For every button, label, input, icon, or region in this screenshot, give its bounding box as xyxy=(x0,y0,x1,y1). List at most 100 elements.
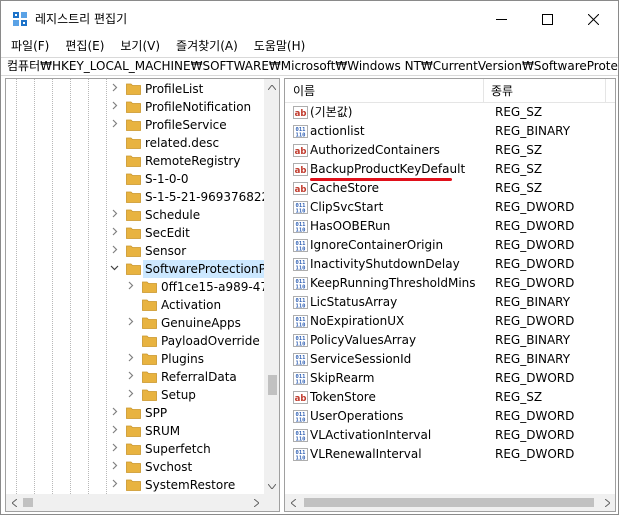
chevron-right-icon[interactable] xyxy=(109,443,119,455)
tree-item[interactable]: Svchost xyxy=(6,458,264,476)
tree-item[interactable]: ProfileService xyxy=(6,116,264,134)
menu-favorites[interactable]: 즐겨찾기(A) xyxy=(170,37,244,57)
tree-item[interactable]: 0ff1ce15-a989-479 xyxy=(6,278,264,296)
value-row[interactable]: 011 110 ServiceSessionId REG_BINARY xyxy=(285,350,615,369)
chevron-right-icon[interactable] xyxy=(109,209,119,221)
scroll-down-arrow-icon[interactable] xyxy=(264,478,279,494)
value-row[interactable]: ab TokenStore REG_SZ xyxy=(285,388,615,407)
value-row[interactable]: 011 110 IgnoreContainerOrigin REG_DWORD xyxy=(285,236,615,255)
value-name: AuthorizedContainers xyxy=(310,143,440,157)
maximize-button[interactable] xyxy=(524,1,570,37)
scroll-thumb[interactable] xyxy=(268,375,277,395)
chevron-right-icon[interactable] xyxy=(109,479,119,491)
value-row[interactable]: ab (기본값) REG_SZ xyxy=(285,103,615,122)
menu-edit[interactable]: 편집(E) xyxy=(59,37,110,57)
tree-item[interactable]: SecEdit xyxy=(6,224,264,242)
value-row[interactable]: 011 110 actionlist REG_BINARY xyxy=(285,122,615,141)
tree-item[interactable]: Plugins xyxy=(6,350,264,368)
svg-text:110: 110 xyxy=(296,228,306,234)
tree-item[interactable]: GenuineApps xyxy=(6,314,264,332)
chevron-right-icon[interactable] xyxy=(109,461,119,473)
column-divider[interactable] xyxy=(605,79,606,103)
tree-item-label: 0ff1ce15-a989-479 xyxy=(161,280,264,294)
values-pane: 이름 종류 ab (기본값) REG_SZ 011 110 actionlist REG_B… xyxy=(284,78,616,512)
tree-item[interactable]: Sensor xyxy=(6,242,264,260)
folder-icon xyxy=(142,299,157,311)
value-row[interactable]: 011 110 UserOperations REG_DWORD xyxy=(285,407,615,426)
scroll-left-arrow-icon[interactable] xyxy=(6,494,22,511)
value-row[interactable]: 011 110 ClipSvcStart REG_DWORD xyxy=(285,198,615,217)
highlight-underline xyxy=(310,178,452,181)
scroll-up-arrow-icon[interactable] xyxy=(264,79,279,95)
values-horizontal-scrollbar[interactable] xyxy=(285,494,615,511)
value-row[interactable]: 011 110 InactivityShutdownDelay REG_DWORD xyxy=(285,255,615,274)
value-row[interactable]: ab AuthorizedContainers REG_SZ xyxy=(285,141,615,160)
scroll-right-arrow-icon[interactable] xyxy=(248,494,264,511)
tree-item[interactable]: ProfileList xyxy=(6,80,264,98)
chevron-right-icon[interactable] xyxy=(125,281,135,293)
value-row[interactable]: 011 110 SkipRearm REG_DWORD xyxy=(285,369,615,388)
chevron-right-icon[interactable] xyxy=(109,245,119,257)
chevron-right-icon[interactable] xyxy=(109,227,119,239)
chevron-down-icon[interactable] xyxy=(109,263,119,275)
tree-item[interactable]: SPP xyxy=(6,404,264,422)
address-bar[interactable]: 컴퓨터₩HKEY_LOCAL_MACHINE₩SOFTWARE₩Microsof… xyxy=(1,57,618,76)
value-row[interactable]: 011 110 VLRenewalInterval REG_DWORD xyxy=(285,445,615,464)
minimize-button[interactable] xyxy=(478,1,524,37)
tree-item[interactable]: Setup xyxy=(6,386,264,404)
tree-item-label: Schedule xyxy=(145,208,201,222)
menu-help[interactable]: 도움말(H) xyxy=(248,37,312,57)
value-row[interactable]: ab CacheStore REG_SZ xyxy=(285,179,615,198)
folder-icon xyxy=(126,443,141,455)
tree-item[interactable]: ProfileNotification xyxy=(6,98,264,116)
tree-item[interactable]: SRUM xyxy=(6,422,264,440)
tree-item-label: Svchost xyxy=(145,460,193,474)
tree-item[interactable]: related.desc xyxy=(6,134,264,152)
chevron-right-icon[interactable] xyxy=(125,371,135,383)
value-row[interactable]: 011 110 PolicyValuesArray REG_BINARY xyxy=(285,331,615,350)
tree-item[interactable]: Activation xyxy=(6,296,264,314)
tree-vertical-scrollbar[interactable] xyxy=(264,79,279,494)
column-divider[interactable] xyxy=(483,79,484,103)
scrollbar-corner xyxy=(264,494,279,511)
tree-item[interactable]: S-1-5-21-969376822- xyxy=(6,188,264,206)
value-row[interactable]: 011 110 HasOOBERun REG_DWORD xyxy=(285,217,615,236)
tree-item[interactable]: SystemRestore xyxy=(6,476,264,494)
folder-icon xyxy=(126,407,141,419)
chevron-right-icon[interactable] xyxy=(125,353,135,365)
chevron-right-icon[interactable] xyxy=(109,425,119,437)
tree-item[interactable]: Superfetch xyxy=(6,440,264,458)
menu-file[interactable]: 파일(F) xyxy=(5,37,55,57)
tree-item[interactable]: ReferralData xyxy=(6,368,264,386)
string-value-icon: ab xyxy=(293,144,308,157)
value-row[interactable]: 011 110 KeepRunningThresholdMins REG_DWORD xyxy=(285,274,615,293)
menu-view[interactable]: 보기(V) xyxy=(114,37,166,57)
tree-item[interactable]: Schedule xyxy=(6,206,264,224)
binary-value-icon: 011110 xyxy=(293,410,308,423)
tree-item[interactable]: S-1-0-0 xyxy=(6,170,264,188)
tree-item[interactable]: PayloadOverride xyxy=(6,332,264,350)
chevron-right-icon[interactable] xyxy=(109,407,119,419)
tree-item[interactable]: SoftwareProtectionPlat xyxy=(6,260,264,278)
folder-icon xyxy=(142,335,157,347)
chevron-right-icon[interactable] xyxy=(109,101,119,113)
tree-item[interactable]: RemoteRegistry xyxy=(6,152,264,170)
column-header-type[interactable]: 종류 xyxy=(491,82,513,100)
close-button[interactable] xyxy=(570,1,616,37)
value-row[interactable]: 011 110 LicStatusArray REG_BINARY xyxy=(285,293,615,312)
chevron-right-icon[interactable] xyxy=(109,119,119,131)
chevron-right-icon[interactable] xyxy=(109,83,119,95)
column-header-name[interactable]: 이름 xyxy=(293,82,315,100)
scroll-left-arrow-icon[interactable] xyxy=(285,494,301,511)
scroll-right-arrow-icon[interactable] xyxy=(599,494,615,511)
chevron-right-icon[interactable] xyxy=(125,317,135,329)
value-row[interactable]: ab BackupProductKeyDefault REG_SZ xyxy=(285,160,615,179)
value-type: REG_DWORD xyxy=(495,276,575,290)
value-row[interactable]: 011 110 NoExpirationUX REG_DWORD xyxy=(285,312,615,331)
scroll-thumb[interactable] xyxy=(304,498,594,507)
value-row[interactable]: 011 110 VLActivationInterval REG_DWORD xyxy=(285,426,615,445)
scroll-thumb[interactable] xyxy=(23,498,33,507)
folder-icon xyxy=(142,281,157,293)
chevron-right-icon[interactable] xyxy=(125,389,135,401)
tree-horizontal-scrollbar[interactable] xyxy=(6,494,264,511)
